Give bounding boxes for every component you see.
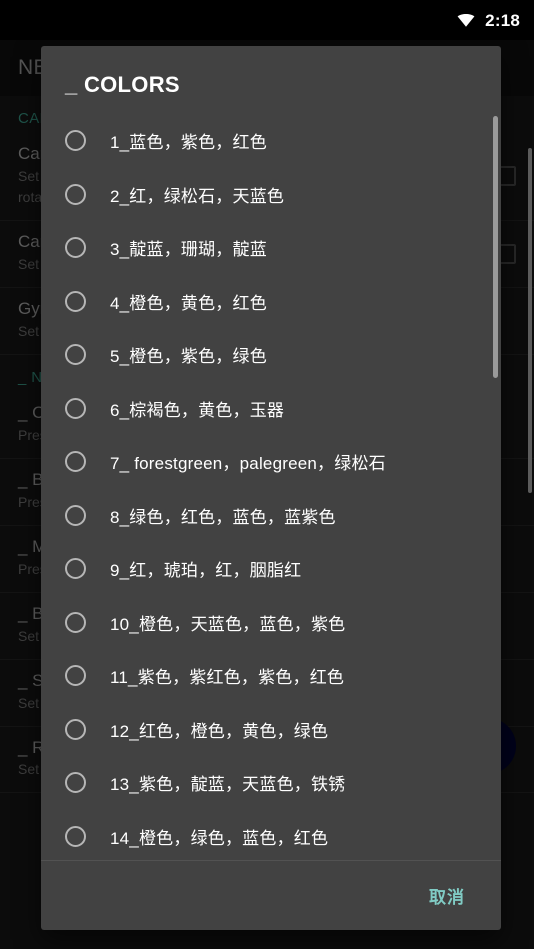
dialog-list-wrapper: 1_蓝色，紫色，红色 2_红，绿松石，天蓝色 3_靛蓝，珊瑚，靛蓝 4_橙色，黄色，红… <box>41 114 501 860</box>
dialog-option-label: 6_棕褐色，黄色，玉器 <box>110 400 285 420</box>
dialog-option-row[interactable]: 10_橙色，天蓝色，蓝色，紫色 <box>41 596 501 650</box>
status-bar: 2:18 <box>0 0 534 40</box>
radio-button-icon[interactable] <box>65 558 86 580</box>
dialog-scrollbar-track[interactable] <box>493 114 498 860</box>
radio-button-icon[interactable] <box>65 397 86 419</box>
dialog-options-list[interactable]: 1_蓝色，紫色，红色 2_红，绿松石，天蓝色 3_靛蓝，珊瑚，靛蓝 4_橙色，黄色，红… <box>41 114 501 860</box>
dialog-option-row[interactable]: 2_红，绿松石，天蓝色 <box>41 168 501 222</box>
dialog-option-label: 14_橙色，绿色，蓝色，红色 <box>110 828 329 848</box>
dialog-option-label: 8_绿色，红色，蓝色，蓝紫色 <box>110 507 336 527</box>
radio-button-icon[interactable] <box>65 451 86 473</box>
dialog-option-label: 12_红色，橙色，黄色，绿色 <box>110 721 329 741</box>
dialog-option-row[interactable]: 7_ forestgreen，palegreen，绿松石 <box>41 435 501 489</box>
wifi-icon <box>457 13 475 27</box>
radio-button-icon[interactable] <box>65 772 86 794</box>
dialog-scrollbar-thumb[interactable] <box>493 116 498 378</box>
dialog-option-row[interactable]: 8_绿色，红色，蓝色，蓝紫色 <box>41 489 501 543</box>
radio-button-icon[interactable] <box>65 665 86 687</box>
dialog-option-row[interactable]: 11_紫色，紫红色，紫色，红色 <box>41 649 501 703</box>
radio-button-icon[interactable] <box>65 290 86 312</box>
dialog-option-label: 5_橙色，紫色，绿色 <box>110 347 267 367</box>
dialog-option-label: 7_ forestgreen，palegreen，绿松石 <box>110 454 386 474</box>
radio-button-icon[interactable] <box>65 825 86 847</box>
status-bar-right: 2:18 <box>456 12 520 29</box>
cancel-button[interactable]: 取消 <box>419 875 475 916</box>
dialog-option-label: 10_橙色，天蓝色，蓝色，紫色 <box>110 614 346 634</box>
radio-button-icon[interactable] <box>65 718 86 740</box>
dialog-footer: 取消 <box>41 860 501 930</box>
dialog-option-row[interactable]: 6_棕褐色，黄色，玉器 <box>41 382 501 436</box>
dialog-option-label: 13_紫色，靛蓝，天蓝色，铁锈 <box>110 775 346 795</box>
dialog-option-row[interactable]: 9_红，琥珀，红，胭脂红 <box>41 542 501 596</box>
dialog-option-row[interactable]: 1_蓝色，紫色，红色 <box>41 114 501 168</box>
radio-button-icon[interactable] <box>65 130 86 152</box>
radio-button-icon[interactable] <box>65 183 86 205</box>
colors-dialog: _ COLORS 1_蓝色，紫色，红色 2_红，绿松石，天蓝色 3_靛蓝，珊瑚，靛蓝… <box>41 46 501 930</box>
dialog-option-label: 11_紫色，紫红色，紫色，红色 <box>110 668 345 688</box>
dialog-option-row[interactable]: 12_红色，橙色，黄色，绿色 <box>41 703 501 757</box>
dialog-option-label: 1_蓝色，紫色，红色 <box>110 133 267 153</box>
dialog-option-row[interactable]: 3_靛蓝，珊瑚，靛蓝 <box>41 221 501 275</box>
status-bar-clock: 2:18 <box>485 10 520 30</box>
dialog-option-row[interactable]: 14_橙色，绿色，蓝色，红色 <box>41 810 501 861</box>
radio-button-icon[interactable] <box>65 237 86 259</box>
dialog-option-row[interactable]: 4_橙色，黄色，红色 <box>41 275 501 329</box>
dialog-title: _ COLORS <box>65 72 180 97</box>
dialog-option-label: 4_橙色，黄色，红色 <box>110 293 267 313</box>
dialog-option-label: 3_靛蓝，珊瑚，靛蓝 <box>110 240 267 260</box>
radio-button-icon[interactable] <box>65 504 86 526</box>
radio-button-icon[interactable] <box>65 611 86 633</box>
radio-button-icon[interactable] <box>65 344 86 366</box>
dialog-option-row[interactable]: 5_橙色，紫色，绿色 <box>41 328 501 382</box>
dialog-option-label: 9_红，琥珀，红，胭脂红 <box>110 561 302 581</box>
dialog-option-label: 2_红，绿松石，天蓝色 <box>110 186 285 206</box>
dialog-option-row[interactable]: 13_紫色，靛蓝，天蓝色，铁锈 <box>41 756 501 810</box>
